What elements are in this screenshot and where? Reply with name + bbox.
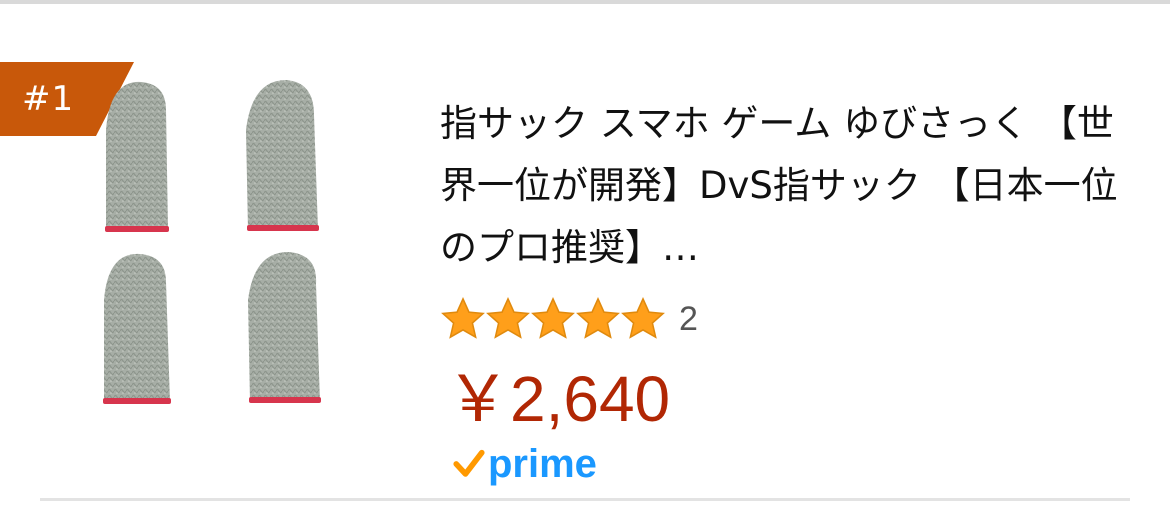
star-icon (441, 297, 485, 339)
sleeve-4 (248, 252, 321, 403)
star-icon (621, 297, 665, 339)
star-icon (531, 297, 575, 339)
prime-label: prime (488, 442, 597, 486)
sleeve-1 (105, 81, 169, 232)
star-icon (486, 297, 530, 339)
top-divider (0, 0, 1170, 4)
prime-badge: prime (452, 440, 597, 488)
rank-label: #1 (22, 79, 75, 119)
price: ￥2,640 (446, 363, 671, 435)
sleeve-2 (246, 80, 319, 231)
finger-sleeves-image (103, 80, 321, 404)
product-image[interactable] (96, 70, 336, 420)
sleeve-3 (103, 253, 171, 404)
star-icon (576, 297, 620, 339)
review-count[interactable]: 2 (679, 300, 698, 339)
check-icon (453, 449, 485, 477)
star-rating[interactable]: 2 (440, 294, 698, 344)
bottom-divider (40, 498, 1130, 501)
product-title[interactable]: 指サック スマホ ゲーム ゆびさっく 【世界一位が開発】DvS指サック 【日本一… (440, 93, 1120, 279)
